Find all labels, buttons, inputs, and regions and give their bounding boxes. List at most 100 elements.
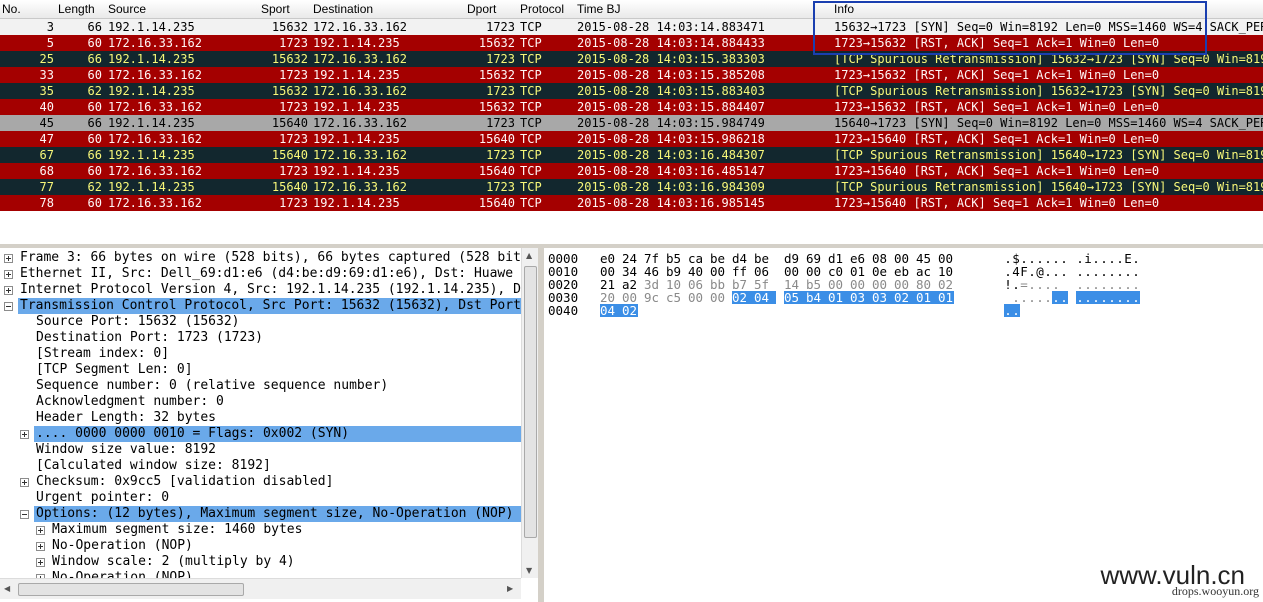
- tree-node[interactable]: Transmission Control Protocol, Src Port:…: [18, 298, 521, 314]
- column-header-time[interactable]: Time BJ: [577, 2, 621, 16]
- details-horizontal-scrollbar[interactable]: ◀ ▶: [0, 578, 521, 599]
- packet-row[interactable]: 67 66 192.1.14.235 15640 172.16.33.162 1723 TC…: [0, 147, 1263, 163]
- column-header-sport[interactable]: Sport: [261, 2, 290, 16]
- hex-byte[interactable]: 05: [784, 291, 806, 304]
- tree-node[interactable]: No-Operation (NOP): [52, 538, 193, 554]
- collapse-icon[interactable]: [4, 302, 13, 311]
- ascii-char[interactable]: .: [1004, 304, 1012, 317]
- packet-row[interactable]: 33 60 172.16.33.162 1723 192.1.14.235 15632 TC…: [0, 67, 1263, 83]
- collapse-icon[interactable]: [20, 510, 29, 519]
- tree-node[interactable]: Internet Protocol Version 4, Src: 192.1.…: [20, 282, 521, 298]
- ascii-char[interactable]: .: [1092, 291, 1100, 304]
- expand-icon[interactable]: [36, 526, 45, 535]
- hex-byte[interactable]: 01: [916, 291, 938, 304]
- tree-node[interactable]: Source Port: 15632 (15632): [36, 314, 240, 330]
- hex-byte[interactable]: 03: [872, 291, 894, 304]
- packet-row[interactable]: 35 62 192.1.14.235 15632 172.16.33.162 1723 TC…: [0, 83, 1263, 99]
- ascii-char[interactable]: .: [1012, 304, 1020, 317]
- tree-node[interactable]: Frame 3: 66 bytes on wire (528 bits), 66…: [20, 250, 521, 266]
- ascii-char[interactable]: .: [1116, 291, 1124, 304]
- hex-byte[interactable]: 03: [850, 291, 872, 304]
- ascii-char[interactable]: .: [1100, 291, 1108, 304]
- tree-node[interactable]: No-Operation (NOP): [52, 570, 193, 578]
- column-header-info[interactable]: Info: [834, 2, 854, 16]
- column-header-no[interactable]: No.: [2, 2, 21, 16]
- tree-node[interactable]: Sequence number: 0 (relative sequence nu…: [36, 378, 388, 394]
- tree-node[interactable]: [Calculated window size: 8192]: [36, 458, 271, 474]
- details-vertical-scroll-thumb[interactable]: [524, 266, 537, 538]
- ascii-char[interactable]: .: [1036, 291, 1044, 304]
- hex-byte[interactable]: 9c: [644, 291, 660, 304]
- expand-icon[interactable]: [36, 542, 45, 551]
- packet-row[interactable]: 3 66 192.1.14.235 15632 172.16.33.162 1723 TCP…: [0, 19, 1263, 35]
- cell-length: 66: [87, 116, 102, 130]
- expand-icon[interactable]: [36, 558, 45, 567]
- hex-byte[interactable]: 01: [828, 291, 850, 304]
- column-header-length[interactable]: Length: [58, 2, 95, 16]
- tree-node[interactable]: Window scale: 2 (multiply by 4): [52, 554, 295, 570]
- column-header-dport[interactable]: Dport: [467, 2, 496, 16]
- cell-protocol: TCP: [520, 132, 542, 146]
- packet-row[interactable]: 47 60 172.16.33.162 1723 192.1.14.235 15640 TC…: [0, 131, 1263, 147]
- ascii-char[interactable]: .: [1028, 291, 1036, 304]
- ascii-char[interactable]: .: [1084, 291, 1092, 304]
- tree-node[interactable]: Options: (12 bytes), Maximum segment siz…: [34, 506, 521, 522]
- packet-row[interactable]: 45 66 192.1.14.235 15640 172.16.33.162 1723 TC…: [0, 115, 1263, 131]
- packet-row[interactable]: 77 62 192.1.14.235 15640 172.16.33.162 1723 TC…: [0, 179, 1263, 195]
- ascii-char[interactable]: !: [1004, 278, 1012, 291]
- tree-node[interactable]: Maximum segment size: 1460 bytes: [52, 522, 302, 538]
- tree-node[interactable]: Checksum: 0x9cc5 [validation disabled]: [36, 474, 333, 490]
- packet-row[interactable]: 25 66 192.1.14.235 15632 172.16.33.162 1723 TC…: [0, 51, 1263, 67]
- tree-node[interactable]: [TCP Segment Len: 0]: [36, 362, 193, 378]
- packet-row[interactable]: 40 60 172.16.33.162 1723 192.1.14.235 15632 TC…: [0, 99, 1263, 115]
- hex-byte[interactable]: c5: [666, 291, 682, 304]
- packet-row[interactable]: 68 60 172.16.33.162 1723 192.1.14.235 15640 TC…: [0, 163, 1263, 179]
- tree-node[interactable]: Urgent pointer: 0: [36, 490, 169, 506]
- scroll-up-icon[interactable]: ▲: [526, 251, 532, 260]
- hex-byte[interactable]: 04: [600, 304, 622, 317]
- hex-byte[interactable]: 02: [894, 291, 916, 304]
- column-header-source[interactable]: Source: [108, 2, 146, 16]
- ascii-char[interactable]: .: [1052, 291, 1060, 304]
- tree-node[interactable]: .... 0000 0000 0010 = Flags: 0x002 (SYN): [34, 426, 521, 442]
- ascii-char[interactable]: .: [1060, 291, 1068, 304]
- cell-time: 2015-08-28 14:03:16.485147: [577, 164, 765, 178]
- tree-node[interactable]: Window size value: 8192: [36, 442, 216, 458]
- details-vertical-scrollbar[interactable]: ▲ ▼: [521, 248, 538, 578]
- hex-byte[interactable]: 00: [688, 291, 704, 304]
- ascii-char[interactable]: .: [1124, 291, 1132, 304]
- expand-icon[interactable]: [4, 254, 13, 263]
- packet-row[interactable]: 5 60 172.16.33.162 1723 192.1.14.235 15632 TCP…: [0, 35, 1263, 51]
- scroll-right-icon[interactable]: ▶: [507, 584, 513, 593]
- expand-icon[interactable]: [20, 478, 29, 487]
- ascii-char[interactable]: .: [1020, 291, 1028, 304]
- expand-icon[interactable]: [20, 430, 29, 439]
- hex-byte[interactable]: 02: [732, 291, 754, 304]
- hex-byte[interactable]: 04: [754, 291, 776, 304]
- hex-byte[interactable]: 00: [710, 291, 726, 304]
- scroll-down-icon[interactable]: ▼: [526, 566, 532, 575]
- ascii-char[interactable]: .: [1132, 291, 1140, 304]
- tree-node[interactable]: Destination Port: 1723 (1723): [36, 330, 263, 346]
- cell-time: 2015-08-28 14:03:15.883403: [577, 84, 765, 98]
- cell-info: 1723→15632 [RST, ACK] Seq=1 Ack=1 Win=0 …: [834, 68, 1160, 82]
- tree-node[interactable]: [Stream index: 0]: [36, 346, 169, 362]
- packet-row[interactable]: 78 60 172.16.33.162 1723 192.1.14.235 15640 TC…: [0, 195, 1263, 211]
- hex-byte[interactable]: 01: [938, 291, 954, 304]
- tree-node[interactable]: Header Length: 32 bytes: [36, 410, 216, 426]
- ascii-char[interactable]: .: [1076, 291, 1084, 304]
- hex-byte[interactable]: b4: [806, 291, 828, 304]
- ascii-char[interactable]: .: [1044, 291, 1052, 304]
- tree-node[interactable]: Ethernet II, Src: Dell_69:d1:e6 (d4:be:d…: [20, 266, 513, 282]
- expand-icon[interactable]: [4, 286, 13, 295]
- tree-node[interactable]: Acknowledgment number: 0: [36, 394, 224, 410]
- column-header-protocol[interactable]: Protocol: [520, 2, 564, 16]
- column-header-destination[interactable]: Destination: [313, 2, 373, 16]
- cell-source: 172.16.33.162: [108, 132, 202, 146]
- cell-length: 66: [87, 148, 102, 162]
- hex-byte[interactable]: 02: [622, 304, 638, 317]
- expand-icon[interactable]: [4, 270, 13, 279]
- ascii-char[interactable]: .: [1108, 291, 1116, 304]
- details-horizontal-scroll-thumb[interactable]: [18, 583, 244, 596]
- scroll-left-icon[interactable]: ◀: [4, 584, 10, 593]
